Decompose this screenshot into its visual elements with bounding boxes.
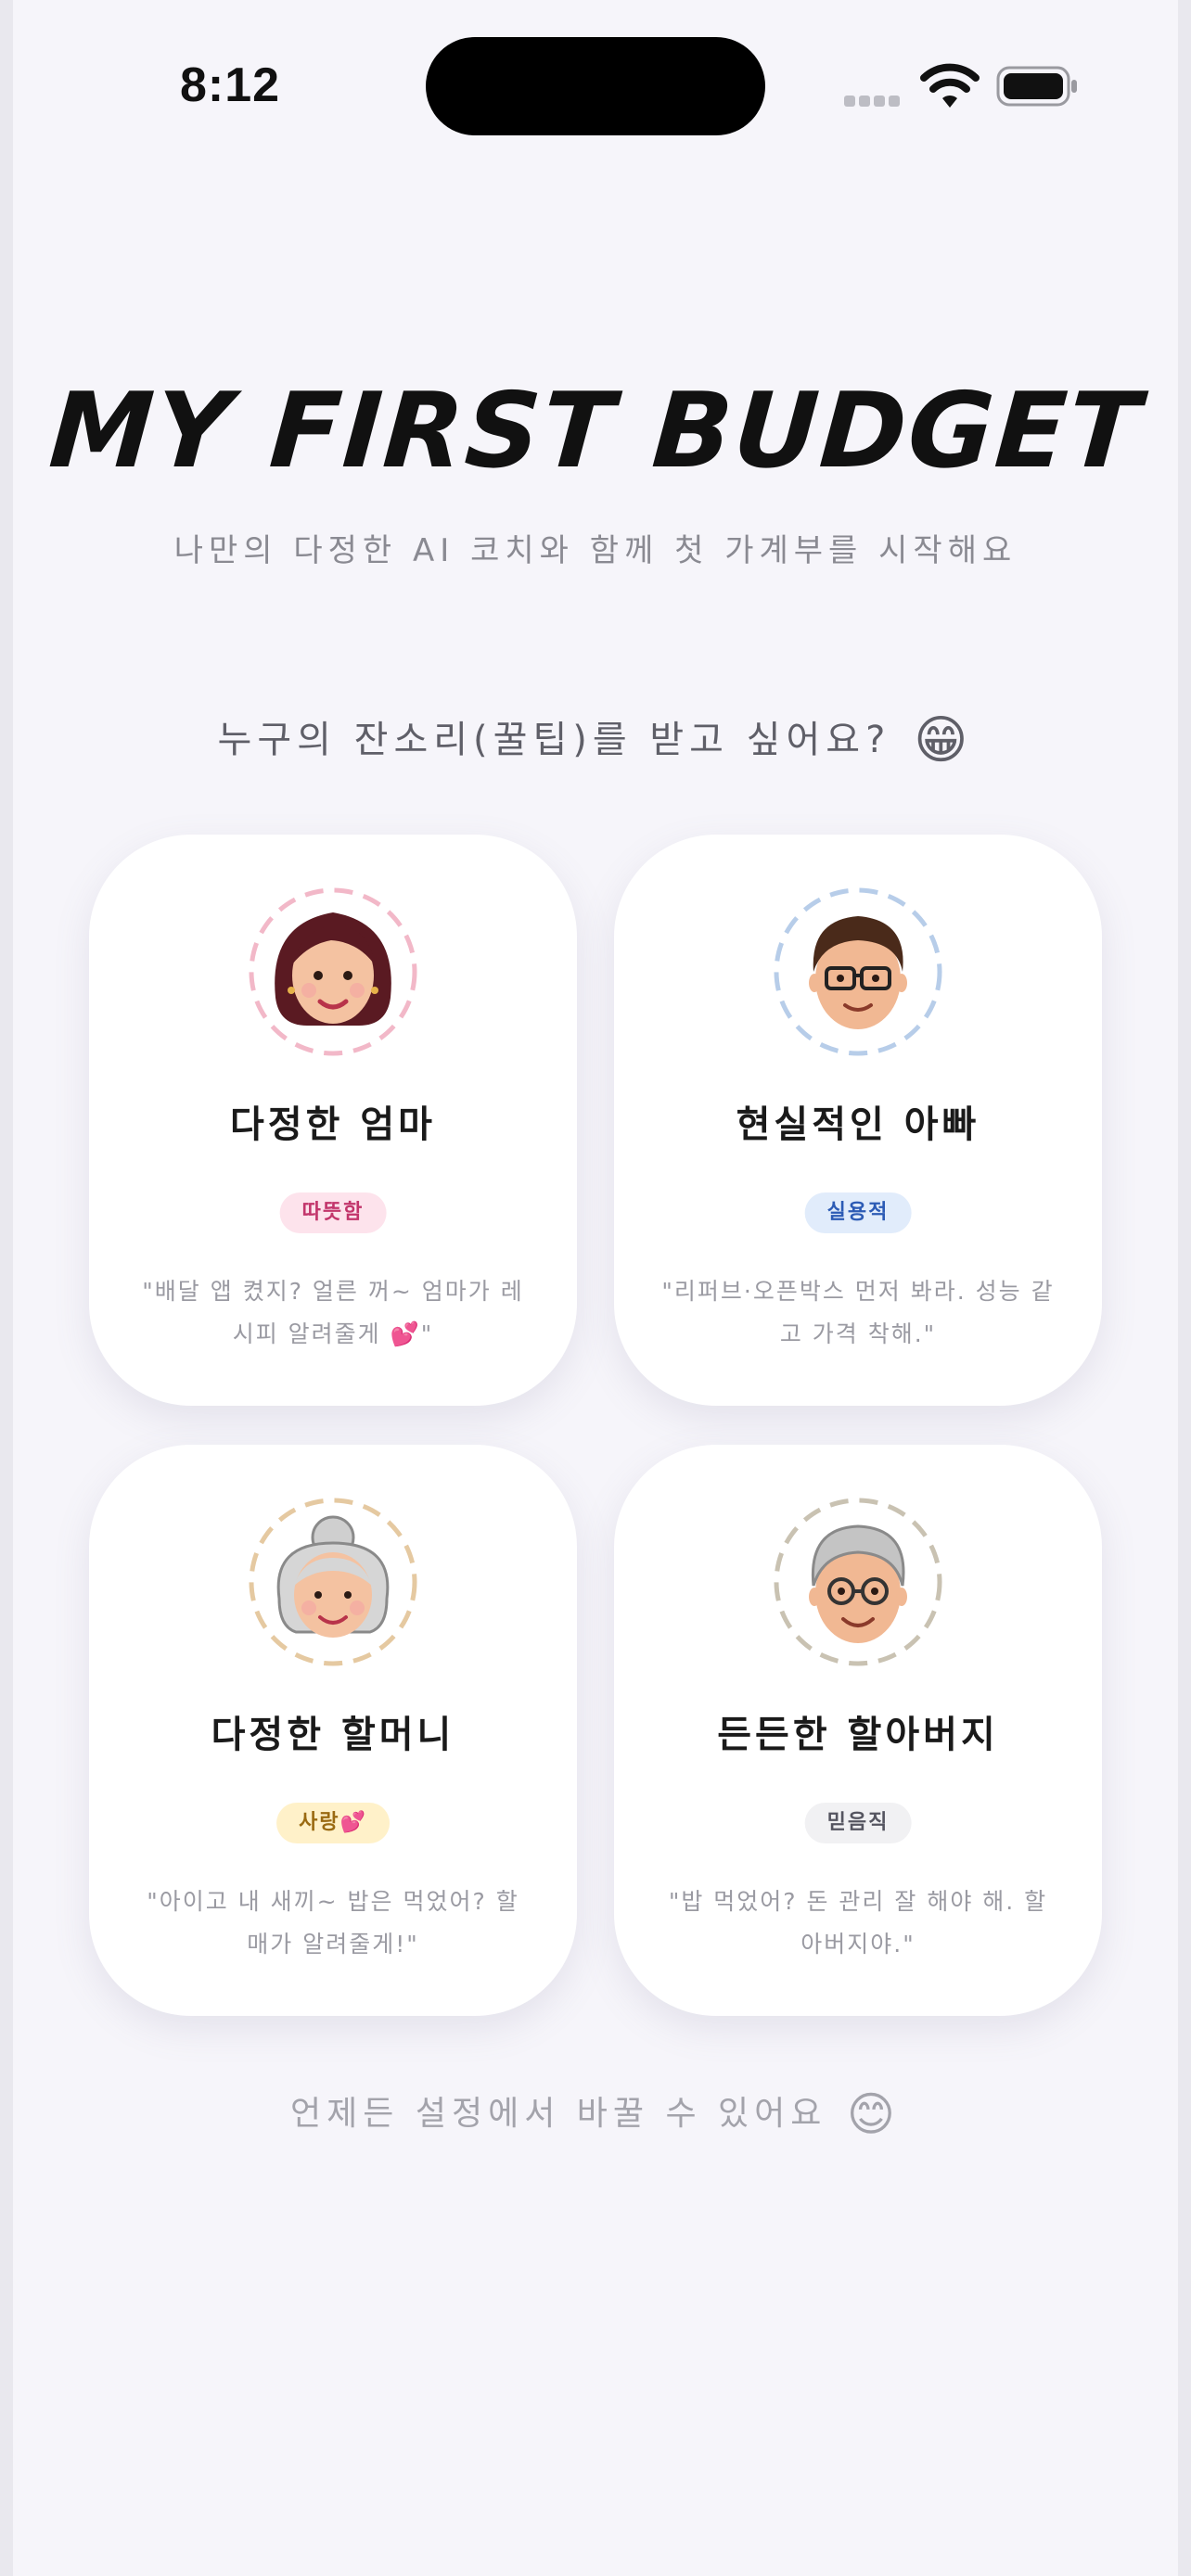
cellular-signal-icon — [844, 93, 909, 107]
coach-card-quote: "밥 먹었어? 돈 관리 잘 해야 해. 할아버지야." — [668, 1888, 1048, 1958]
coach-card-name: 현실적인 아빠 — [736, 1103, 980, 1146]
coach-card-mom[interactable]: 다정한 엄마 따뜻함 "배달 앱 켰지? 얼른 꺼~ 엄마가 레시피 알려줄게 … — [89, 835, 577, 1406]
dynamic-island — [426, 37, 765, 135]
onboarding-screen: 8:12 MY FIRST BUDGET 나만의 다정한 AI 코치와 함께 첫… — [13, 0, 1178, 2576]
coach-card-tag: 믿음직 — [804, 1803, 912, 1843]
grandma-avatar-icon — [249, 1498, 417, 1666]
coach-card-tag: 따뜻함 — [279, 1192, 387, 1233]
settings-hint-text: 언제든 설정에서 바꿀 수 있어요 — [290, 2095, 827, 2133]
coach-card-tag: 실용적 — [804, 1192, 912, 1233]
battery-icon — [996, 66, 1077, 107]
mom-avatar-icon — [249, 887, 417, 1056]
coach-question: 누구의 잔소리(꿀팁)를 받고 싶어요? 😁 — [13, 709, 1178, 771]
coach-card-quote: "배달 앱 켰지? 얼른 꺼~ 엄마가 레시피 알려줄게 💕" — [142, 1278, 524, 1347]
coach-card-name: 든든한 할아버지 — [717, 1714, 999, 1756]
coach-card-tag: 사랑💕 — [276, 1803, 390, 1843]
grin-emoji-icon: 😁 — [914, 710, 974, 771]
settings-hint: 언제든 설정에서 바꿀 수 있어요 😊 — [13, 2086, 1178, 2141]
coach-card-name: 다정한 엄마 — [230, 1103, 436, 1146]
coach-question-text: 누구의 잔소리(꿀팁)를 받고 싶어요? — [217, 719, 891, 761]
wifi-icon — [920, 63, 980, 108]
app-subtitle: 나만의 다정한 AI 코치와 함께 첫 가계부를 시작해요 — [173, 532, 1018, 569]
coach-card-name: 다정한 할머니 — [211, 1714, 455, 1756]
coach-card-grandma[interactable]: 다정한 할머니 사랑💕 "아이고 내 새끼~ 밥은 먹었어? 할매가 알려줄게!… — [89, 1445, 577, 2016]
dad-avatar-icon — [774, 887, 942, 1056]
status-time: 8:12 — [180, 58, 281, 112]
coach-card-grandpa[interactable]: 든든한 할아버지 믿음직 "밥 먹었어? 돈 관리 잘 해야 해. 할아버지야.… — [614, 1445, 1102, 2016]
grandpa-avatar-icon — [774, 1498, 942, 1666]
coach-card-quote: "리퍼브·오픈박스 먼저 봐라. 성능 같고 가격 착해." — [661, 1278, 1055, 1347]
coach-card-quote: "아이고 내 새끼~ 밥은 먹었어? 할매가 알려줄게!" — [147, 1888, 519, 1958]
app-title: MY FIRST BUDGET — [45, 371, 1146, 491]
coach-card-dad[interactable]: 현실적인 아빠 실용적 "리퍼브·오픈박스 먼저 봐라. 성능 같고 가격 착해… — [614, 835, 1102, 1406]
smile-emoji-icon: 😊 — [846, 2087, 901, 2141]
